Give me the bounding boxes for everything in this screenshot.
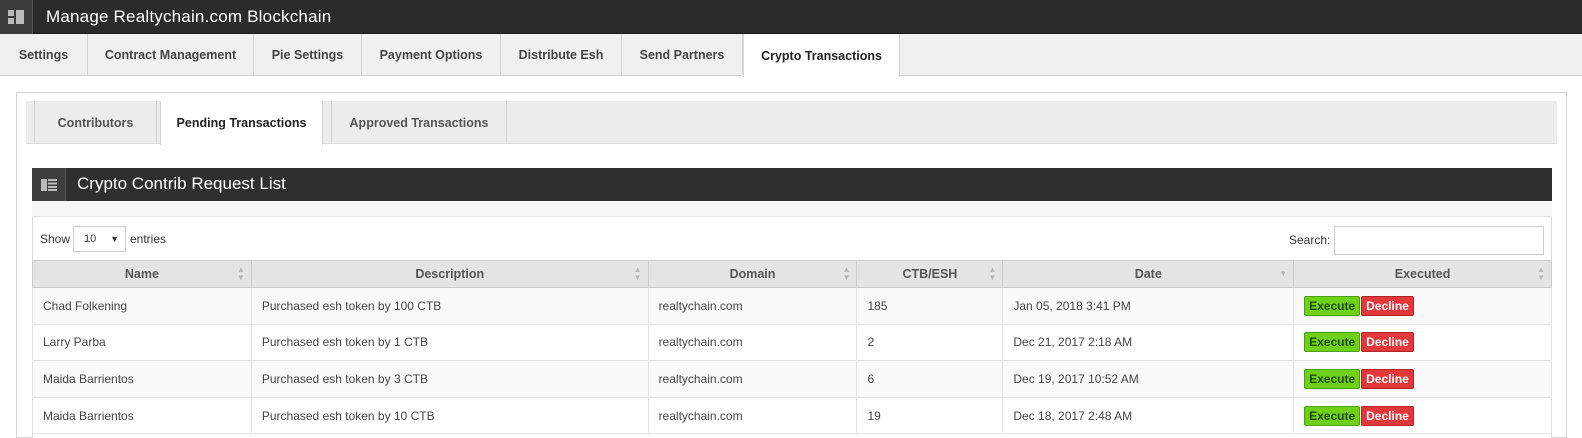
list-icon [32, 168, 66, 201]
chevron-down-icon: ▼ [110, 234, 119, 244]
sub-tab-bar: Contributors Pending Transactions Approv… [26, 101, 1557, 145]
cell-description: Purchased esh token by 100 CTB [250, 287, 649, 325]
column-header-domain[interactable]: Domain ▲ ▼ [647, 260, 858, 288]
decline-button[interactable]: Decline [1361, 368, 1414, 389]
sort-icon: ▲ ▼ [988, 265, 997, 282]
column-label: Description [415, 267, 485, 281]
column-label: Executed [1394, 267, 1451, 281]
cell-name: Larry Parba [32, 323, 252, 362]
tab-crypto-transactions[interactable]: Crypto Transactions [743, 34, 900, 77]
toolbar-strip [32, 201, 1552, 217]
cell-ctb-esh: 6 [856, 360, 1004, 398]
cell-date: Jan 05, 2018 3:41 PM [1002, 287, 1295, 325]
cell-name: Maida Barrientos [32, 360, 252, 398]
app-title-bar: Manage Realtychain.com Blockchain [0, 0, 1582, 34]
tab-distribute-esh[interactable]: Distribute Esh [501, 34, 622, 76]
table-header-row: Name ▲ ▼ Description ▲ ▼ Domain ▲ ▼ CTB/ESH ▲ ▼ … [32, 260, 1552, 288]
cell-description: Purchased esh token by 3 CTB [250, 360, 649, 398]
cell-date: Dec 18, 2017 2:48 AM [1002, 396, 1295, 435]
app-title: Manage Realtychain.com Blockchain [46, 7, 332, 26]
tab-pending-transactions[interactable]: Pending Transactions [160, 101, 323, 145]
column-header-executed[interactable]: Executed ▲ ▼ [1293, 260, 1552, 288]
tab-send-partners[interactable]: Send Partners [622, 34, 743, 76]
decline-button[interactable]: Decline [1361, 295, 1414, 316]
column-header-date[interactable]: Date ▼ [1002, 260, 1295, 288]
cell-ctb-esh: 2 [856, 323, 1004, 362]
tab-contract-management[interactable]: Contract Management [88, 34, 254, 76]
main-tab-bar: Settings Contract Management Pie Setting… [0, 34, 1582, 77]
cell-actions: Execute Decline [1293, 323, 1552, 362]
cell-name: Chad Folkening [32, 287, 252, 325]
column-label: Date [1134, 267, 1162, 281]
cell-domain: realtychain.com [647, 323, 858, 362]
column-label: Domain [729, 267, 776, 281]
column-header-ctb-esh[interactable]: CTB/ESH ▲ ▼ [856, 260, 1004, 288]
sort-icon: ▲ ▼ [236, 265, 245, 282]
decline-button[interactable]: Decline [1361, 332, 1414, 353]
column-header-description[interactable]: Description ▲ ▼ [250, 260, 649, 288]
search-label: Search: [1289, 233, 1331, 247]
column-label: Name [124, 267, 159, 281]
tab-approved-transactions[interactable]: Approved Transactions [331, 101, 507, 144]
sort-desc-icon: ▼ [1279, 269, 1288, 278]
execute-button[interactable]: Execute [1304, 332, 1361, 353]
execute-button[interactable]: Execute [1304, 405, 1361, 426]
cell-ctb-esh: 185 [856, 287, 1004, 325]
cell-description: Purchased esh token by 10 CTB [250, 396, 649, 435]
table-row: Maida Barrientos Purchased esh token by … [32, 360, 1552, 398]
sort-icon: ▲ ▼ [1537, 265, 1545, 282]
cell-name: Maida Barrientos [32, 396, 252, 435]
entries-select-value: 10 [84, 233, 97, 245]
table-row: Larry Parba Purchased esh token by 1 CTB… [32, 323, 1552, 362]
column-header-name[interactable]: Name ▲ ▼ [32, 260, 252, 288]
cell-actions: Execute Decline [1293, 396, 1552, 435]
cell-description: Purchased esh token by 1 CTB [250, 323, 649, 362]
sort-icon: ▲ ▼ [842, 265, 851, 282]
execute-button[interactable]: Execute [1304, 295, 1361, 316]
entries-label: entries [130, 232, 167, 246]
cell-date: Dec 19, 2017 10:52 AM [1002, 360, 1295, 398]
decline-button[interactable]: Decline [1361, 405, 1414, 426]
cell-ctb-esh: 19 [856, 396, 1004, 435]
list-header: Crypto Contrib Request List [32, 168, 1552, 201]
entries-per-page-select[interactable]: 10 ▼ [73, 226, 126, 252]
grid-menu-icon[interactable] [0, 0, 33, 34]
show-label: Show [40, 232, 71, 246]
cell-actions: Execute Decline [1293, 360, 1552, 398]
table-row: Chad Folkening Purchased esh token by 10… [32, 287, 1552, 325]
column-label: CTB/ESH [902, 267, 958, 281]
cell-date: Dec 21, 2017 2:18 AM [1002, 323, 1295, 362]
execute-button[interactable]: Execute [1304, 368, 1361, 389]
table-row: Maida Barrientos Purchased esh token by … [32, 396, 1552, 435]
search-input[interactable] [1334, 226, 1544, 255]
sort-icon: ▲ ▼ [633, 265, 642, 282]
tab-payment-options[interactable]: Payment Options [362, 34, 501, 76]
cell-actions: Execute Decline [1293, 287, 1552, 325]
cell-domain: realtychain.com [647, 287, 858, 325]
tab-settings[interactable]: Settings [0, 34, 88, 76]
transactions-table: Name ▲ ▼ Description ▲ ▼ Domain ▲ ▼ CTB/ESH ▲ ▼ … [32, 260, 1552, 435]
tab-contributors[interactable]: Contributors [34, 101, 157, 144]
cell-domain: realtychain.com [647, 360, 858, 398]
cell-domain: realtychain.com [647, 396, 858, 435]
tab-pie-settings[interactable]: Pie Settings [254, 34, 362, 76]
list-title: Crypto Contrib Request List [77, 174, 286, 193]
